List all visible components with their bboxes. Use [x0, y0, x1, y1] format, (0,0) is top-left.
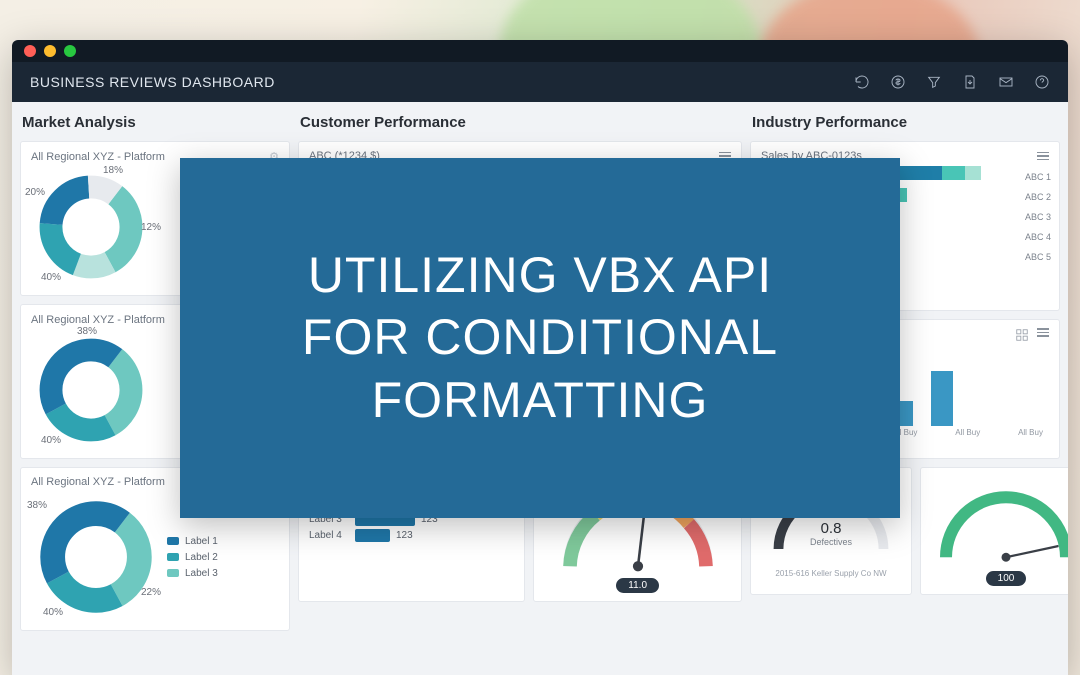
overlay-line2: FOR CONDITIONAL [302, 306, 778, 369]
donut-chart-3 [31, 492, 161, 622]
gauge-card-100: 100 [920, 467, 1068, 595]
app-title: BUSINESS REVIEWS DASHBOARD [30, 74, 275, 90]
export-icon[interactable] [962, 74, 978, 90]
donut3-legend: Label 1 Label 2 Label 3 [167, 536, 218, 579]
mac-titlebar [12, 40, 1068, 62]
donut2-title: All Regional XYZ - Platform [31, 314, 165, 326]
donut-chart-2 [31, 330, 151, 450]
gauge2-value: 0.8 [810, 520, 852, 537]
industry-performance-title: Industry Performance [750, 110, 1060, 133]
menu-icon[interactable] [1037, 328, 1049, 342]
title-overlay: UTILIZING VBX API FOR CONDITIONAL FORMAT… [180, 158, 900, 518]
minimize-icon[interactable] [44, 45, 56, 57]
market-analysis-title: Market Analysis [20, 110, 290, 133]
gauge-chart-3 [931, 476, 1068, 571]
bar-row: Label 4123 [309, 529, 514, 542]
customer-performance-title: Customer Performance [298, 110, 742, 133]
donut-chart-1 [31, 167, 151, 287]
sales-legend: ABC 1 ABC 2 ABC 3 ABC 4 ABC 5 [1025, 172, 1051, 262]
gauge-value: 11.0 [616, 578, 659, 593]
close-icon[interactable] [24, 45, 36, 57]
refresh-icon[interactable] [854, 74, 870, 90]
help-icon[interactable] [1034, 74, 1050, 90]
filter-icon[interactable] [926, 74, 942, 90]
donut3-title: All Regional XYZ - Platform [31, 476, 165, 488]
overlay-line3: FORMATTING [302, 369, 778, 432]
maximize-icon[interactable] [64, 45, 76, 57]
mail-icon[interactable] [998, 74, 1014, 90]
gauge2-sub: Defectives [810, 537, 852, 547]
app-header: BUSINESS REVIEWS DASHBOARD [12, 62, 1068, 102]
menu-icon[interactable] [1037, 152, 1049, 161]
grid-icon[interactable] [1015, 328, 1029, 342]
gauge3-value: 100 [986, 571, 1027, 586]
dollar-icon[interactable] [890, 74, 906, 90]
donut1-title: All Regional XYZ - Platform [31, 151, 165, 163]
overlay-line1: UTILIZING VBX API [302, 244, 778, 307]
